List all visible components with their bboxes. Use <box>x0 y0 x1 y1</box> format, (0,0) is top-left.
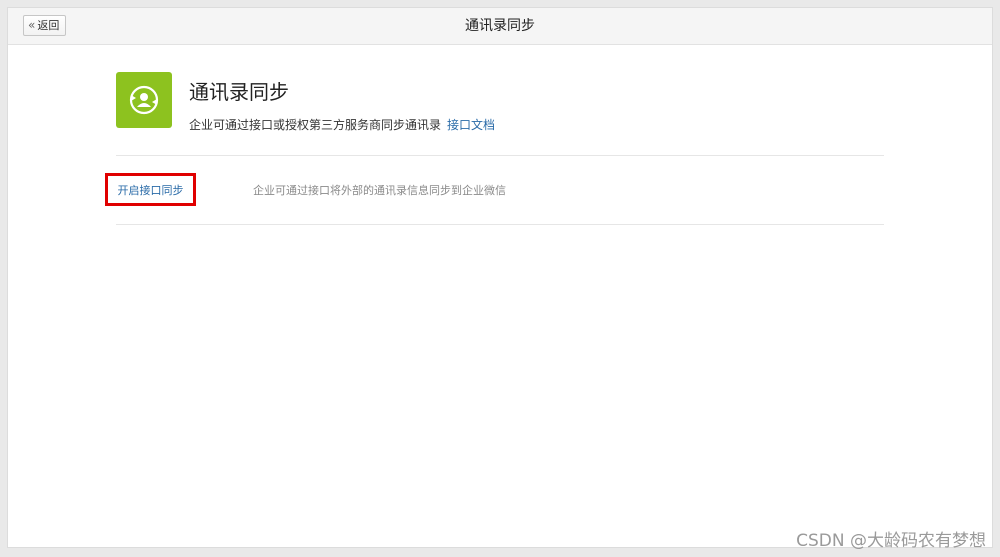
divider <box>116 224 884 225</box>
divider <box>116 155 884 156</box>
enable-api-sync-link[interactable]: 开启接口同步 <box>118 182 184 198</box>
app-description: 企业可通过接口或授权第三方服务商同步通讯录 接口文档 <box>189 116 495 133</box>
top-bar: « 返回 通讯录同步 <box>8 8 992 45</box>
page-title: 通讯录同步 <box>465 18 535 34</box>
contacts-sync-icon <box>116 72 172 128</box>
watermark: CSDN @大龄码农有梦想 <box>796 531 986 551</box>
app-description-text: 企业可通过接口或授权第三方服务商同步通讯录 <box>189 118 442 132</box>
enable-sync-description: 企业可通过接口将外部的通讯录信息同步到企业微信 <box>253 184 506 197</box>
app-title: 通讯录同步 <box>189 80 289 104</box>
app-window: « 返回 通讯录同步 通讯录同步 企业可通过接口或授权第三方服务商同步通讯录 接口… <box>7 7 993 548</box>
enable-sync-highlight: 开启接口同步 <box>105 173 196 206</box>
api-doc-link[interactable]: 接口文档 <box>447 118 495 132</box>
